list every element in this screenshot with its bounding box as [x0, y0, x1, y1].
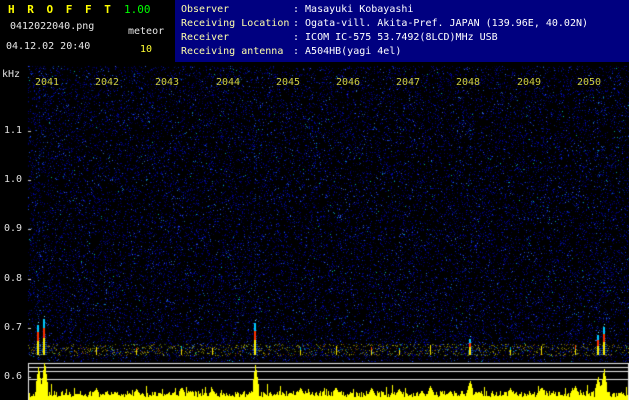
x-tick-label: 2041: [35, 77, 60, 88]
y-tick-label: 0.7: [4, 322, 23, 333]
x-tick-label: 2046: [336, 77, 361, 88]
info-label: Receiving antenna: [181, 46, 284, 57]
info-label: Receiver: [181, 32, 230, 43]
y-tick-label: 0.6: [4, 371, 23, 382]
y-tick-label: 1.1: [4, 125, 23, 136]
x-tick-label: 2043: [155, 77, 180, 88]
info-label: Observer: [181, 4, 230, 15]
output-filename: 0412022040.png: [10, 21, 95, 32]
info-value: : Masayuki Kobayashi: [293, 4, 414, 15]
y-tick-label: 0.8: [4, 273, 23, 284]
y-tick-label: 1.0: [4, 174, 23, 185]
info-value: : A504HB(yagi 4el): [293, 46, 402, 57]
info-value: : ICOM IC-575 53.7492(8LCD)MHz USB: [293, 32, 498, 43]
info-row-antenna: Receiving antenna : A504HB(yagi 4el): [175, 45, 629, 59]
sample-count: 10: [140, 44, 153, 55]
x-tick-label: 2048: [456, 77, 481, 88]
x-tick-label: 2044: [216, 77, 241, 88]
x-tick-label: 2047: [396, 77, 421, 88]
x-tick-label: 2045: [276, 77, 301, 88]
datetime-label: 04.12.02 20:40: [6, 41, 91, 52]
info-value: : Ogata-vill. Akita-Pref. JAPAN (139.96E…: [293, 18, 589, 29]
hrofft-window: H R O F F T 1.00 0412022040.png meteor 0…: [0, 0, 629, 400]
y-axis-unit-label: kHz: [2, 69, 21, 80]
x-tick-label: 2050: [577, 77, 602, 88]
mode-label: meteor: [128, 26, 165, 37]
app-version: 1.00: [124, 3, 151, 16]
app-title: H R O F F T: [8, 3, 114, 16]
info-row-location: Receiving Location: Ogata-vill. Akita-Pr…: [175, 17, 629, 31]
header-left: H R O F F T 1.00 0412022040.png meteor 0…: [0, 0, 175, 62]
y-tick-label: 0.9: [4, 223, 23, 234]
x-tick-label: 2042: [95, 77, 120, 88]
info-label: Receiving Location: [181, 18, 290, 29]
info-row-observer: Observer : Masayuki Kobayashi: [175, 3, 629, 17]
info-row-receiver: Receiver : ICOM IC-575 53.7492(8LCD)MHz U…: [175, 31, 629, 45]
x-tick-label: 2049: [517, 77, 542, 88]
header-info-panel: Observer : Masayuki Kobayashi Receiving L…: [175, 0, 629, 62]
